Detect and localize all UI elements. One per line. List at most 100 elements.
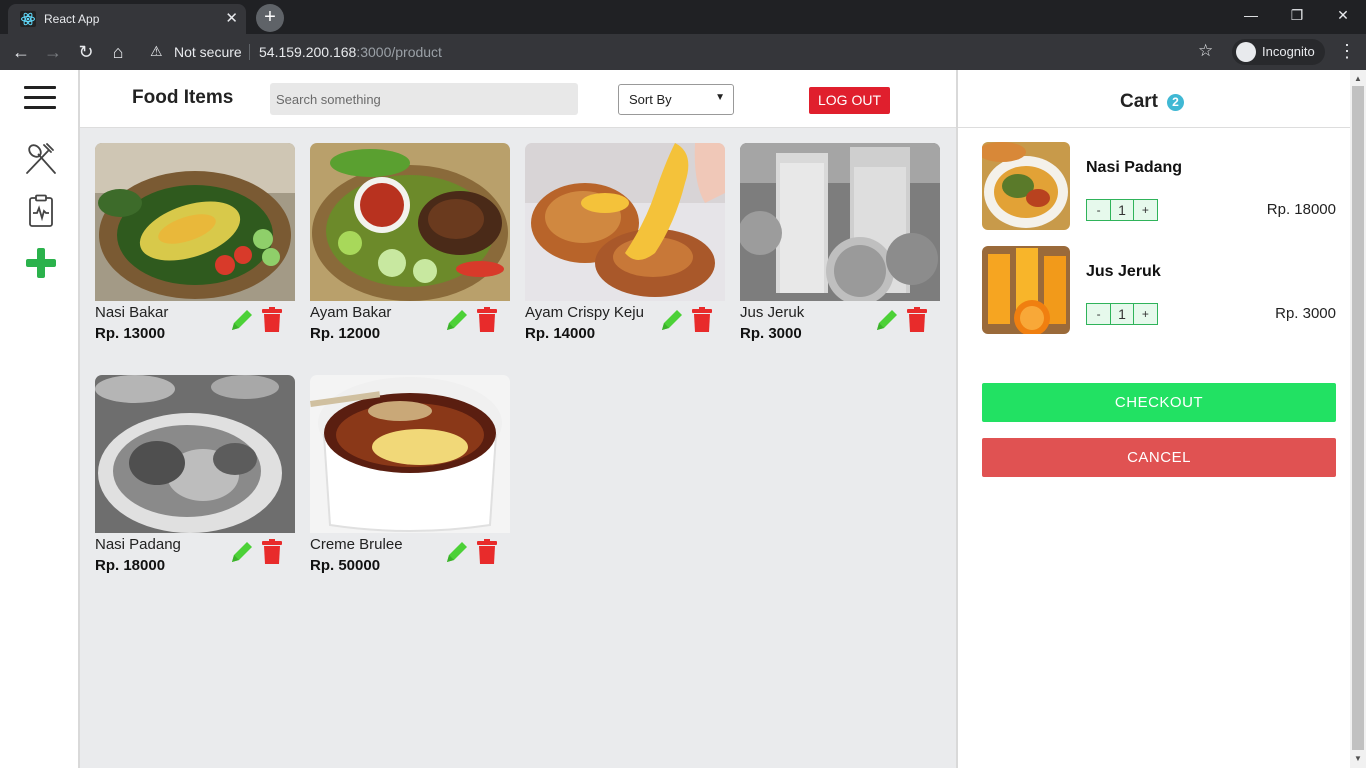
bookmark-star-icon[interactable]: ☆: [1198, 41, 1213, 61]
increase-qty-button[interactable]: +: [1134, 200, 1157, 220]
url-text[interactable]: 54.159.200.168:3000/product: [259, 44, 442, 60]
sort-label: Sort By: [629, 92, 672, 107]
product-image[interactable]: [310, 375, 510, 533]
edit-pencil-icon[interactable]: [444, 307, 470, 333]
new-tab-icon[interactable]: +: [256, 4, 284, 32]
incognito-label: Incognito: [1262, 44, 1315, 59]
omnibox-divider: [249, 44, 250, 60]
search-input[interactable]: [270, 83, 578, 115]
quantity-stepper: - 1 +: [1086, 199, 1158, 221]
product-name: Nasi Padang: [95, 536, 181, 553]
cart-header: Cart 2: [958, 70, 1352, 128]
close-window-icon[interactable]: ✕: [1320, 0, 1366, 32]
tab-title: React App: [44, 12, 100, 26]
product-image[interactable]: [95, 143, 295, 301]
product-image[interactable]: [310, 143, 510, 301]
scrollbar-thumb[interactable]: [1352, 86, 1364, 750]
warning-icon[interactable]: ⚠: [150, 43, 163, 60]
product-grid: Nasi Bakar Rp. 13000 Ayam Bakar Rp. 1200…: [80, 128, 956, 768]
cart-item: Jus Jeruk - 1 + Rp. 3000: [982, 246, 1336, 336]
add-product-icon[interactable]: [24, 246, 58, 280]
product-image[interactable]: [95, 375, 295, 533]
edit-pencil-icon[interactable]: [229, 307, 255, 333]
quantity-value: 1: [1110, 304, 1134, 324]
browser-menu-icon[interactable]: ⋮: [1338, 41, 1356, 62]
delete-trash-icon[interactable]: [907, 307, 927, 333]
minimize-icon[interactable]: —: [1228, 0, 1274, 32]
product-card[interactable]: Nasi Padang Rp. 18000: [95, 375, 295, 585]
product-name: Jus Jeruk: [740, 304, 805, 321]
product-name: Ayam Crispy Keju: [525, 304, 644, 321]
back-icon[interactable]: ←: [10, 41, 32, 63]
edit-pencil-icon[interactable]: [444, 539, 470, 565]
incognito-badge[interactable]: Incognito: [1232, 39, 1325, 65]
product-price: Rp. 50000: [310, 557, 381, 574]
product-price: Rp. 13000: [95, 325, 166, 342]
product-price: Rp. 18000: [95, 557, 166, 574]
checkout-button[interactable]: CHECKOUT: [982, 383, 1336, 422]
delete-trash-icon[interactable]: [262, 539, 282, 565]
scroll-down-arrow-icon[interactable]: ▼: [1354, 754, 1362, 763]
fork-spoon-icon[interactable]: [24, 142, 58, 176]
cart-item-name: Jus Jeruk: [1086, 263, 1161, 280]
page-title: Food Items: [132, 87, 234, 108]
cart-item-image: [982, 142, 1070, 230]
url-host: 54.159.200.168: [259, 44, 357, 60]
delete-trash-icon[interactable]: [262, 307, 282, 333]
hamburger-menu-icon[interactable]: [24, 86, 56, 110]
home-icon[interactable]: ⌂: [107, 41, 129, 63]
browser-tab[interactable]: React App ✕: [8, 4, 246, 34]
logout-button[interactable]: LOG OUT: [809, 87, 891, 114]
decrease-qty-button[interactable]: -: [1087, 200, 1110, 220]
restore-icon[interactable]: ❐: [1274, 0, 1320, 32]
sort-select[interactable]: Sort By ▼: [618, 84, 734, 115]
security-label[interactable]: Not secure: [174, 44, 242, 60]
edit-pencil-icon[interactable]: [659, 307, 685, 333]
product-price: Rp. 12000: [310, 325, 381, 342]
product-price: Rp. 14000: [525, 325, 596, 342]
cart-count-badge: 2: [1167, 94, 1184, 111]
delete-trash-icon[interactable]: [477, 539, 497, 565]
forward-icon[interactable]: →: [42, 41, 64, 63]
scroll-up-arrow-icon[interactable]: ▲: [1354, 74, 1362, 83]
cart-panel: Cart 2 Nasi Padang - 1 + Rp. 18000 Jus J…: [956, 70, 1352, 768]
product-card[interactable]: Ayam Bakar Rp. 12000: [310, 143, 510, 353]
browser-titlebar: React App ✕ + — ❐ ✕: [0, 0, 1366, 34]
product-image[interactable]: [740, 143, 940, 301]
delete-trash-icon[interactable]: [477, 307, 497, 333]
cart-item-price: Rp. 18000: [1266, 201, 1336, 218]
tab-close-icon[interactable]: ✕: [225, 9, 238, 27]
browser-toolbar: ← → ↻ ⌂ ⚠ Not secure 54.159.200.168:3000…: [0, 34, 1366, 70]
main-header: Food Items Sort By ▼ LOG OUT: [80, 70, 956, 128]
decrease-qty-button[interactable]: -: [1087, 304, 1110, 324]
edit-pencil-icon[interactable]: [229, 539, 255, 565]
product-price: Rp. 3000: [740, 325, 802, 342]
product-card[interactable]: Ayam Crispy Keju Rp. 14000: [525, 143, 725, 353]
app-root: Food Items Sort By ▼ LOG OUT: [0, 70, 1366, 768]
product-name: Ayam Bakar: [310, 304, 392, 321]
cart-title: Cart: [1120, 91, 1159, 112]
dropdown-arrow-icon: ▼: [715, 92, 725, 103]
cancel-button[interactable]: CANCEL: [982, 438, 1336, 477]
cart-item: Nasi Padang - 1 + Rp. 18000: [982, 142, 1336, 232]
product-name: Nasi Bakar: [95, 304, 169, 321]
react-logo-icon: [20, 11, 36, 27]
incognito-icon: [1236, 41, 1256, 62]
product-card[interactable]: Jus Jeruk Rp. 3000: [740, 143, 940, 353]
cart-item-price: Rp. 3000: [1275, 305, 1336, 322]
quantity-value: 1: [1110, 200, 1134, 220]
product-image[interactable]: [525, 143, 725, 301]
product-card[interactable]: Creme Brulee Rp. 50000: [310, 375, 510, 585]
url-path: :3000/product: [356, 44, 442, 60]
address-bar[interactable]: ⚠ Not secure 54.159.200.168:3000/product…: [140, 38, 1228, 66]
delete-trash-icon[interactable]: [692, 307, 712, 333]
product-card[interactable]: Nasi Bakar Rp. 13000: [95, 143, 295, 353]
edit-pencil-icon[interactable]: [874, 307, 900, 333]
page-scrollbar[interactable]: ▲ ▼: [1350, 70, 1366, 768]
reload-icon[interactable]: ↻: [75, 41, 97, 63]
sidebar: [0, 70, 80, 768]
product-name: Creme Brulee: [310, 536, 403, 553]
cart-item-image: [982, 246, 1070, 334]
increase-qty-button[interactable]: +: [1134, 304, 1157, 324]
clipboard-report-icon[interactable]: [24, 194, 58, 228]
